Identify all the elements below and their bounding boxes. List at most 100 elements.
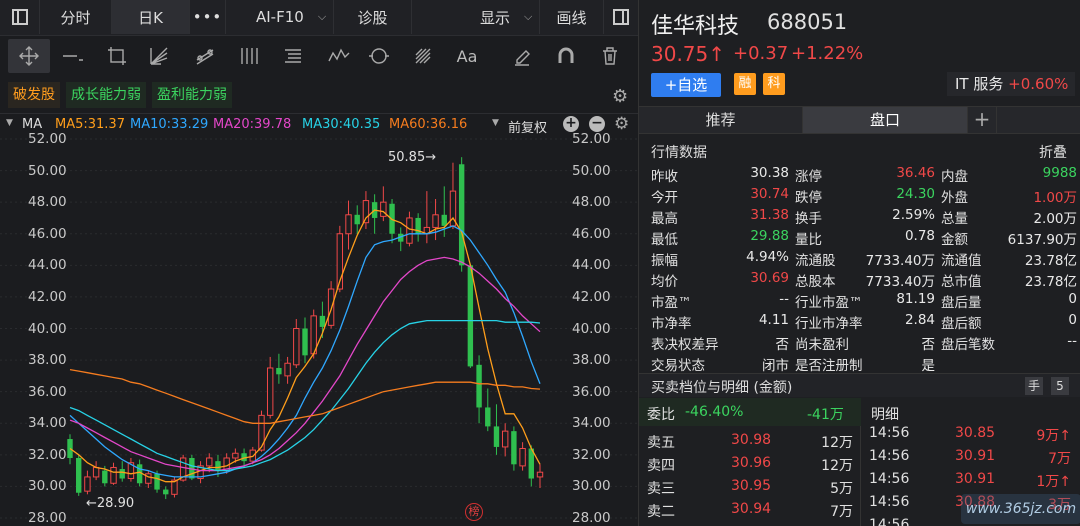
quote-value: 31.38 <box>750 207 789 223</box>
sidebar-toggle-button[interactable] <box>0 0 40 34</box>
candle[interactable] <box>110 462 117 485</box>
quote-value: 1.00万 <box>1033 190 1077 206</box>
ma-settings-gear-icon[interactable]: ⚙ <box>614 114 629 134</box>
ask-level-row[interactable]: 卖三 30.95 5万 <box>639 476 861 498</box>
channel-tool-icon[interactable] <box>188 39 222 73</box>
candle[interactable] <box>519 442 526 471</box>
candle[interactable] <box>266 356 274 419</box>
candle[interactable] <box>415 213 421 242</box>
candle[interactable] <box>284 356 291 384</box>
ai-f10-dropdown[interactable]: AI-F10 ⌵ <box>226 0 334 34</box>
candle[interactable] <box>163 486 169 500</box>
candle[interactable] <box>493 404 500 455</box>
candle[interactable] <box>501 423 509 457</box>
y-tick-label: 34.00 <box>572 415 611 432</box>
ask-price: 30.96 <box>731 455 772 471</box>
trade-tick-row: 14:56 30.85 9万↑ <box>863 423 1080 445</box>
fibonacci-tool-icon[interactable] <box>406 39 440 73</box>
candle-body <box>467 265 474 367</box>
candle[interactable] <box>92 461 100 481</box>
candle[interactable] <box>536 464 544 488</box>
collapse-triangle-icon[interactable]: ▼ <box>6 118 13 128</box>
industry-badge[interactable]: IT 服务 +0.60% <box>947 72 1075 96</box>
candle[interactable] <box>76 454 82 496</box>
ask-level-row[interactable]: 卖五 30.98 12万 <box>639 430 861 452</box>
candle[interactable] <box>371 194 378 234</box>
candle[interactable] <box>362 191 370 230</box>
tag-growth-weak[interactable]: 成长能力弱 <box>66 82 146 108</box>
tab-recommend[interactable]: 推荐 <box>639 107 803 133</box>
quote-label: 是否注册制 <box>795 358 863 374</box>
more-periods-button[interactable]: ••• <box>190 0 226 34</box>
zoom-in-icon[interactable]: + <box>563 116 579 132</box>
crosshair-tool-icon[interactable] <box>8 39 50 73</box>
candle[interactable] <box>476 355 482 424</box>
candle[interactable] <box>458 157 465 272</box>
ranking-badge-icon[interactable]: 榜 <box>465 503 483 521</box>
industry-name: IT 服务 <box>955 75 1004 93</box>
weibi-value: -46.40% <box>685 404 744 420</box>
chevron-down-icon: ⌵ <box>317 10 327 23</box>
fold-button[interactable]: 折叠 <box>1039 142 1067 162</box>
ask-level-row[interactable]: 卖四 30.96 12万 <box>639 453 861 475</box>
candle[interactable] <box>432 199 439 241</box>
ask-label: 卖二 <box>647 504 675 520</box>
wave-tool-icon[interactable] <box>322 39 356 73</box>
adjust-mode[interactable]: 前复权 <box>508 117 547 136</box>
candle[interactable] <box>310 309 317 359</box>
candle[interactable] <box>423 191 431 244</box>
ask-level-row[interactable]: 卖二 30.94 7万 <box>639 499 861 521</box>
tag-profit-weak[interactable]: 盈利能力弱 <box>152 82 232 108</box>
diagnose-button[interactable]: 诊股 <box>334 0 412 34</box>
add-tab-button[interactable]: + <box>967 107 997 133</box>
y-tick-label: 52.00 <box>572 131 611 147</box>
candle-body <box>536 471 544 478</box>
candle[interactable] <box>485 388 491 432</box>
rectangle-tool-icon[interactable] <box>100 39 134 73</box>
settings-gear-icon[interactable]: ⚙ <box>612 86 632 107</box>
candle[interactable] <box>354 205 360 234</box>
candle-body <box>511 431 517 465</box>
chevron-down-icon: ⌵ <box>524 10 533 23</box>
candlestick-chart[interactable] <box>0 136 638 526</box>
add-watchlist-button[interactable]: +自选 <box>651 73 721 97</box>
trash-icon[interactable] <box>593 39 627 73</box>
tag-pofa[interactable]: 破发股 <box>8 82 60 108</box>
vertical-lines-tool-icon[interactable] <box>232 39 266 73</box>
candle[interactable] <box>511 426 517 471</box>
candle[interactable] <box>389 199 395 244</box>
candle[interactable] <box>398 227 404 252</box>
candle[interactable] <box>84 470 91 495</box>
candle[interactable] <box>145 470 152 488</box>
candle[interactable] <box>119 461 125 482</box>
candle[interactable] <box>276 353 282 384</box>
text-tool-icon[interactable]: Aa <box>450 39 484 73</box>
quote-row: 昨收 30.38 涨停 36.46 内盘 9988 <box>639 163 1080 185</box>
candle[interactable] <box>345 200 352 250</box>
tab-fenshi[interactable]: 分时 <box>40 0 112 34</box>
draw-line-button[interactable]: 画线 <box>540 0 604 34</box>
candle-body <box>110 466 117 484</box>
quote-value: 2.84 <box>904 312 935 328</box>
candle[interactable] <box>293 319 300 368</box>
panel-right-toggle-button[interactable] <box>604 0 638 34</box>
fan-line-tool-icon[interactable] <box>142 39 176 73</box>
horizontal-line-tool-icon[interactable] <box>56 39 90 73</box>
candle[interactable] <box>467 263 474 368</box>
candle[interactable] <box>380 186 387 222</box>
candle[interactable] <box>302 317 308 364</box>
eraser-icon[interactable] <box>505 39 539 73</box>
text-box-tool-icon[interactable] <box>276 39 310 73</box>
candle[interactable] <box>127 457 135 482</box>
tab-pankou[interactable]: 盘口 <box>803 107 967 133</box>
display-dropdown[interactable]: 显示 ⌵ <box>412 0 540 34</box>
magnet-icon[interactable] <box>549 39 583 73</box>
tick-time: 14:56 <box>869 425 910 441</box>
y-tick-label: 40.00 <box>572 320 611 337</box>
unit-toggle-button[interactable]: 手 <box>1025 377 1043 395</box>
tab-daily-k[interactable]: 日K <box>112 0 190 34</box>
depth-toggle-button[interactable]: 5 <box>1051 377 1069 395</box>
zoom-out-icon[interactable]: − <box>589 116 605 132</box>
candle[interactable] <box>197 461 204 484</box>
cycle-tool-icon[interactable] <box>362 39 396 73</box>
